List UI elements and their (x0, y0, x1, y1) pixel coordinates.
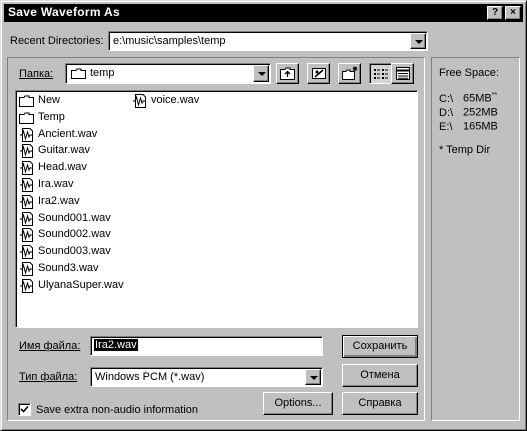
chevron-down-icon (415, 40, 423, 44)
folder-value: temp (90, 67, 115, 79)
chevron-down-icon (310, 376, 318, 380)
drive-row: E:\ 165MB (439, 120, 498, 133)
file-name: UlyanaSuper.wav (38, 278, 124, 291)
folder-icon (19, 94, 35, 108)
drive-letter: E:\ (439, 120, 453, 133)
filename-label-text: Имя файла: (19, 340, 81, 352)
file-name: Sound003.wav (38, 245, 111, 258)
list-view-button[interactable] (369, 63, 392, 84)
file-list-item[interactable]: Guitar.wav (19, 143, 129, 159)
drive-free-size: 165MB (463, 120, 498, 133)
folder-label: Папка: (19, 68, 54, 80)
recent-directories-combo[interactable]: e:\music\samples\temp (108, 31, 428, 51)
up-one-level-icon (280, 66, 296, 84)
file-list-item[interactable]: Sound001.wav (19, 211, 129, 227)
drive-free-size: 65MB (463, 92, 492, 105)
file-name: Guitar.wav (38, 144, 90, 157)
wave-file-icon (19, 127, 35, 142)
file-list-item[interactable]: Ira.wav (19, 177, 129, 193)
drive-mark: ** (491, 92, 498, 99)
filetype-label-text: Тип файла: (19, 371, 78, 383)
desktop-icon (311, 66, 327, 84)
folder-icon (19, 111, 35, 125)
file-list-item[interactable]: Ira2.wav (19, 194, 129, 210)
wave-file-icon (19, 228, 35, 243)
file-list-item[interactable]: voice.wav (132, 93, 242, 109)
close-icon: × (510, 7, 516, 18)
wave-file-icon (19, 194, 35, 209)
file-list-item[interactable]: Ancient.wav (19, 127, 129, 143)
drive-free-size: 252MB (463, 106, 498, 119)
file-list[interactable]: New Temp Ancient.wav Guitar.wav Head.wav Ira.… (15, 90, 418, 328)
wave-file-icon (132, 94, 148, 108)
wave-file-icon (19, 144, 35, 159)
list-view-icon (373, 67, 389, 84)
filetype-dropdown-button[interactable] (305, 369, 321, 385)
file-list-item[interactable]: New (19, 93, 129, 109)
file-list-item[interactable]: Temp (19, 110, 129, 126)
chevron-down-icon (258, 72, 266, 76)
filename-label: Имя файла: (19, 340, 80, 352)
window-title: Save Waveform As (8, 5, 120, 19)
file-list-item[interactable]: Sound002.wav (19, 227, 129, 243)
file-name: Sound3.wav (38, 262, 99, 274)
save-button[interactable]: Сохранить (342, 335, 418, 358)
file-list-item[interactable]: Head.wav (19, 160, 129, 176)
free-space-panel: Free Space: C:\ 65MB** D:\ 252MB E:\ 165MB * … (431, 57, 520, 421)
wave-file-icon (19, 262, 35, 276)
folder-dropdown-button[interactable] (253, 65, 269, 82)
drive-row: C:\ 65MB** (439, 92, 497, 105)
new-folder-icon (342, 66, 358, 84)
file-name: Ira2.wav (38, 194, 80, 207)
file-name: Head.wav (38, 161, 87, 174)
title-bar[interactable]: Save Waveform As ? × (4, 4, 523, 22)
file-list-item[interactable]: Sound003.wav (19, 244, 129, 260)
file-list-item[interactable]: UlyanaSuper.wav (19, 278, 129, 294)
file-name: Temp (38, 110, 65, 123)
wave-file-icon (19, 278, 35, 293)
filetype-label: Тип файла: (19, 371, 77, 383)
temp-dir-note: * Temp Dir (439, 144, 491, 156)
wave-file-icon (19, 245, 35, 260)
save-waveform-dialog: Save Waveform As ? × Recent Directories:… (0, 0, 527, 431)
filename-input[interactable]: Ira2.wav (90, 336, 323, 356)
save-extra-info-checkbox[interactable] (18, 403, 31, 416)
checkmark-icon (20, 405, 29, 417)
folder-combo[interactable]: temp (65, 63, 271, 84)
file-name: New (38, 94, 61, 106)
file-name: Ira.wav (38, 178, 74, 190)
file-name: Ancient.wav (38, 127, 98, 140)
recent-directories-label: Recent Directories: (10, 35, 104, 47)
wave-file-icon (19, 211, 35, 226)
up-one-level-button[interactable] (276, 63, 299, 84)
wave-file-icon (19, 161, 35, 176)
options-button[interactable]: Options... (263, 392, 333, 415)
filename-value: Ira2.wav (94, 339, 138, 351)
drive-letter: C:\ (439, 92, 454, 105)
help-title-button[interactable]: ? (487, 6, 503, 20)
folder-icon (71, 68, 86, 79)
file-name: voice.wav (151, 94, 200, 106)
free-space-title: Free Space: (439, 67, 499, 79)
drive-row: D:\ 252MB (439, 106, 498, 119)
recent-directories-value: e:\music\samples\temp (113, 35, 226, 47)
desktop-button[interactable] (307, 63, 330, 84)
details-view-icon (395, 66, 411, 84)
question-mark-icon: ? (491, 7, 499, 18)
details-view-button[interactable] (391, 63, 414, 84)
close-title-button[interactable]: × (505, 6, 521, 20)
wave-file-icon (19, 178, 35, 192)
file-name: Sound001.wav (38, 211, 111, 224)
filetype-combo[interactable]: Windows PCM (*.wav) (90, 367, 323, 387)
save-extra-info-label[interactable]: Save extra non-audio information (36, 404, 198, 416)
file-list-item[interactable]: Sound3.wav (19, 261, 129, 277)
cancel-button[interactable]: Отмена (342, 364, 418, 387)
help-button[interactable]: Справка (342, 392, 418, 415)
new-folder-button[interactable] (338, 63, 361, 84)
file-name: Sound002.wav (38, 228, 111, 241)
filetype-value: Windows PCM (*.wav) (95, 371, 205, 383)
recent-directories-dropdown-button[interactable] (410, 33, 426, 49)
drive-letter: D:\ (439, 106, 454, 119)
